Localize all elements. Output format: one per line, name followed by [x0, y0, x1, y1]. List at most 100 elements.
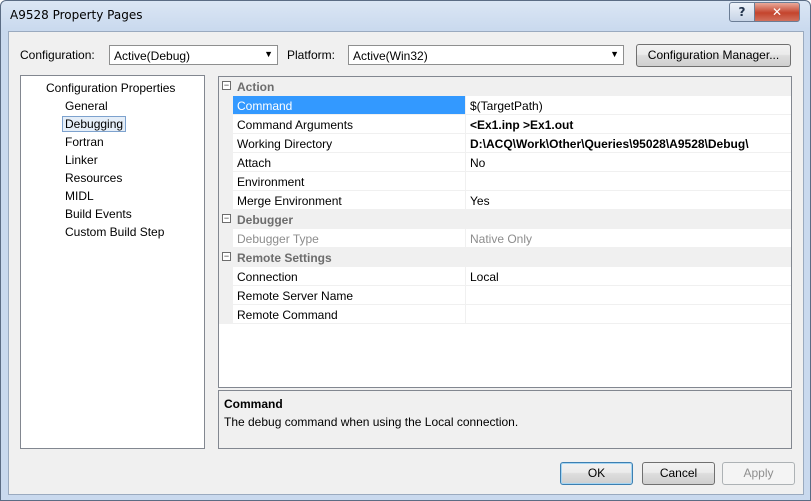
- close-icon: ✕: [771, 5, 783, 19]
- property-value[interactable]: Local: [466, 267, 791, 286]
- description-title: Command: [224, 397, 283, 411]
- row-margin: [219, 153, 233, 172]
- configuration-value: Active(Debug): [114, 49, 191, 63]
- property-pages-window: A9528 Property Pages ? ✕ Configuration: …: [0, 0, 811, 501]
- property-name: Connection: [233, 267, 466, 286]
- property-value-text: <Ex1.inp >Ex1.out: [470, 118, 574, 132]
- platform-label: Platform:: [287, 48, 336, 62]
- property-value[interactable]: No: [466, 153, 791, 172]
- property-row-merge-environment[interactable]: Merge Environment Yes: [219, 191, 791, 210]
- category-label: Action: [237, 80, 275, 94]
- description-panel: Command The debug command when using the…: [218, 390, 792, 449]
- property-name-text: Command: [237, 99, 293, 113]
- row-margin: [219, 115, 233, 134]
- help-icon: ?: [738, 5, 746, 19]
- property-value[interactable]: [466, 286, 791, 305]
- platform-value: Active(Win32): [353, 49, 428, 63]
- tree-item-fortran[interactable]: Fortran: [65, 135, 104, 149]
- property-value-text: D:\ACQ\Work\Other\Queries\95028\A9528\De…: [470, 137, 749, 151]
- property-value-text: Yes: [470, 194, 490, 208]
- property-name-text: Remote Server Name: [237, 289, 354, 303]
- tree-item-resources[interactable]: Resources: [65, 171, 122, 185]
- category-label: Debugger: [237, 213, 294, 227]
- property-row-connection[interactable]: Connection Local: [219, 267, 791, 286]
- chevron-down-icon: ▼: [610, 49, 619, 59]
- property-value[interactable]: [466, 172, 791, 191]
- property-name: Environment: [233, 172, 466, 191]
- tree-item-midl[interactable]: MIDL: [65, 189, 94, 203]
- property-name: Merge Environment: [233, 191, 466, 210]
- property-row-remote-server-name[interactable]: Remote Server Name: [219, 286, 791, 305]
- help-button[interactable]: ?: [729, 2, 755, 22]
- configuration-dropdown[interactable]: Active(Debug) ▼: [109, 45, 278, 65]
- tree-item-linker[interactable]: Linker: [65, 153, 98, 167]
- property-value-text: No: [470, 156, 486, 170]
- property-value: Native Only: [466, 229, 791, 248]
- property-name: Debugger Type: [233, 229, 466, 248]
- title-bar[interactable]: A9528 Property Pages ? ✕: [1, 1, 810, 31]
- cancel-button[interactable]: Cancel: [642, 462, 715, 485]
- category-label: Remote Settings: [237, 251, 332, 265]
- property-name-text: Command Arguments: [237, 118, 354, 132]
- window-title: A9528 Property Pages: [10, 8, 143, 22]
- property-value[interactable]: [466, 305, 791, 324]
- property-name: Working Directory: [233, 134, 466, 153]
- category-remote-settings[interactable]: − Remote Settings: [219, 248, 791, 267]
- property-value-text: $(TargetPath): [470, 99, 543, 113]
- configuration-label: Configuration:: [20, 48, 95, 62]
- property-value[interactable]: D:\ACQ\Work\Other\Queries\95028\A9528\De…: [466, 134, 791, 153]
- property-value[interactable]: <Ex1.inp >Ex1.out: [466, 115, 791, 134]
- property-name-text: Environment: [237, 175, 305, 189]
- property-name: Command: [233, 96, 466, 115]
- configuration-manager-button[interactable]: Configuration Manager...: [636, 44, 791, 67]
- tree-item-debugging[interactable]: Debugging: [62, 116, 127, 132]
- property-name: Remote Server Name: [233, 286, 466, 305]
- property-row-environment[interactable]: Environment: [219, 172, 791, 191]
- row-margin: [219, 229, 233, 248]
- close-button[interactable]: ✕: [754, 2, 800, 22]
- tree-item-build-events[interactable]: Build Events: [65, 207, 132, 221]
- property-row-working-directory[interactable]: Working Directory D:\ACQ\Work\Other\Quer…: [219, 134, 791, 153]
- property-value[interactable]: $(TargetPath): [466, 96, 791, 115]
- property-row-remote-command[interactable]: Remote Command: [219, 305, 791, 324]
- collapse-icon[interactable]: −: [222, 252, 231, 261]
- property-row-debugger-type[interactable]: Debugger Type Native Only: [219, 229, 791, 248]
- apply-button[interactable]: Apply: [722, 462, 795, 485]
- row-margin: [219, 305, 233, 324]
- property-name-text: Debugger Type: [237, 232, 319, 246]
- property-value-text: Native Only: [470, 232, 533, 246]
- row-margin: [219, 286, 233, 305]
- row-margin: [219, 267, 233, 286]
- collapse-icon[interactable]: −: [222, 214, 231, 223]
- row-margin: [219, 172, 233, 191]
- property-tree[interactable]: Configuration Properties General Debuggi…: [20, 75, 205, 449]
- property-value[interactable]: Yes: [466, 191, 791, 210]
- tree-item-custom-build-step[interactable]: Custom Build Step: [65, 225, 164, 239]
- property-row-command[interactable]: Command $(TargetPath): [219, 96, 791, 115]
- property-row-attach[interactable]: Attach No: [219, 153, 791, 172]
- property-grid: − Action Command $(TargetPath) Command A…: [218, 76, 792, 388]
- tree-root-configuration-properties[interactable]: Configuration Properties: [46, 81, 175, 95]
- tree-item-general[interactable]: General: [65, 99, 108, 113]
- property-value-text: Local: [470, 270, 499, 284]
- property-name-text: Connection: [237, 270, 298, 284]
- property-name-text: Working Directory: [237, 137, 333, 151]
- collapse-icon[interactable]: −: [222, 81, 231, 90]
- row-margin: [219, 134, 233, 153]
- chevron-down-icon: ▼: [264, 49, 273, 59]
- description-text: The debug command when using the Local c…: [224, 415, 519, 429]
- property-row-command-arguments[interactable]: Command Arguments <Ex1.inp >Ex1.out: [219, 115, 791, 134]
- dialog-client-area: Configuration: Active(Debug) ▼ Platform:…: [8, 31, 804, 495]
- property-name: Remote Command: [233, 305, 466, 324]
- row-margin: [219, 96, 233, 115]
- property-name-text: Merge Environment: [237, 194, 342, 208]
- category-debugger[interactable]: − Debugger: [219, 210, 791, 229]
- platform-dropdown[interactable]: Active(Win32) ▼: [348, 45, 624, 65]
- category-action[interactable]: − Action: [219, 77, 791, 96]
- property-name: Attach: [233, 153, 466, 172]
- row-margin: [219, 191, 233, 210]
- property-name-text: Remote Command: [237, 308, 338, 322]
- ok-button[interactable]: OK: [560, 462, 633, 485]
- property-name: Command Arguments: [233, 115, 466, 134]
- property-name-text: Attach: [237, 156, 272, 170]
